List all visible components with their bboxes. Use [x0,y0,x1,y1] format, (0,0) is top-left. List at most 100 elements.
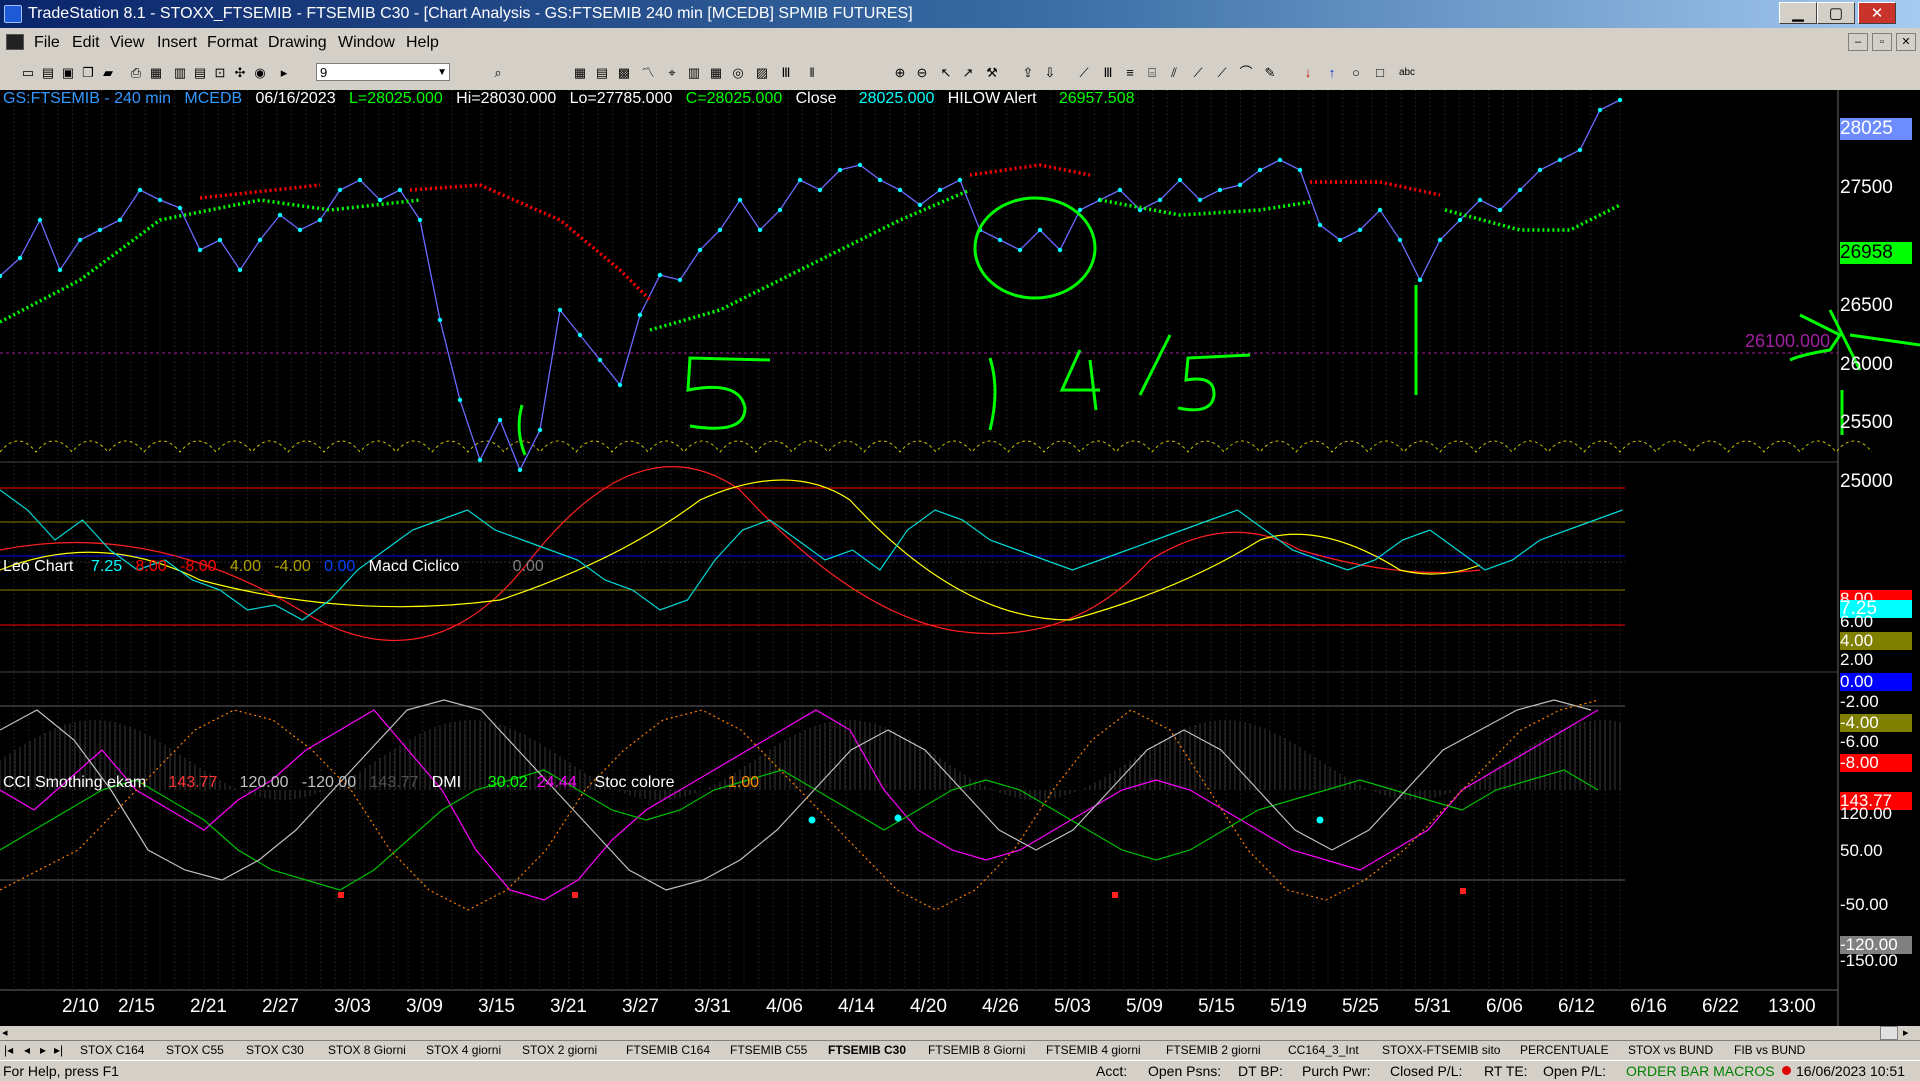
radar-icon[interactable]: ◎ [730,65,746,81]
status-rt-te: RT TE: [1484,1063,1528,1079]
trendline-icon[interactable]: ⟋ [1076,65,1092,81]
tab-stox-2-giorni[interactable]: STOX 2 giorni [522,1043,597,1057]
grid2-icon[interactable]: ▤ [594,65,610,81]
minimize-button[interactable]: ▁ [1779,2,1817,24]
pen-icon[interactable]: ✎ [1262,65,1278,81]
tab-ftsemib-c164[interactable]: FTSEMIB C164 [626,1043,710,1057]
tab-ftsemib-c55[interactable]: FTSEMIB C55 [730,1043,807,1057]
import-icon[interactable]: ⇩ [1042,65,1058,81]
save-icon[interactable]: ▣ [60,65,76,81]
print-preview-icon[interactable]: ▦ [148,65,164,81]
fibonacci-icon[interactable]: ⌸ [1144,65,1160,81]
vertical-lines-icon[interactable]: Ⅲ [1100,65,1116,81]
pointer-icon[interactable]: ↗ [960,65,976,81]
price-point [1177,177,1183,183]
x-axis-label: 4/20 [910,996,947,1017]
combo-value: 9 [320,65,328,80]
tab-stox-8-giorni[interactable]: STOX 8 Giorni [328,1043,406,1057]
tools-icon[interactable]: ✣ [232,65,248,81]
zoom-in-icon[interactable]: ⊕ [892,65,908,81]
tab-nav-last[interactable]: ▸| [54,1043,63,1057]
find-icon[interactable]: ⌕ [490,65,506,81]
line-chart-icon[interactable]: 〽 [640,65,656,81]
tab-cc164-3-int[interactable]: CC164_3_Int [1288,1043,1359,1057]
new-icon[interactable]: ▭ [20,65,36,81]
bars-icon[interactable]: Ⅲ [778,65,794,81]
menu-file[interactable]: File [34,34,60,52]
candle-icon[interactable]: ‖ [804,65,820,81]
gann-icon[interactable]: ⟋ [1214,65,1230,81]
circle-icon[interactable]: ○ [1348,65,1364,81]
menu-format[interactable]: Format [207,34,258,52]
mdi-close-button[interactable]: ✕ [1896,33,1916,51]
mdi-restore-button[interactable]: ▫ [1872,33,1892,51]
menu-drawing[interactable]: Drawing [268,34,327,52]
chart-analysis-window[interactable]: GS:FTSEMIB - 240 min MCEDB 06/16/2023 L=… [0,90,1920,1026]
open-icon[interactable]: ▤ [40,65,56,81]
tab-ftsemib-8-giorni[interactable]: FTSEMIB 8 Giorni [928,1043,1025,1057]
scroll-thumb[interactable] [1880,1026,1898,1040]
leo-cyan-line [0,489,1623,621]
leo-axis-2: 2.00 [1840,650,1874,669]
tab-ftsemib-4-giorni[interactable]: FTSEMIB 4 giorni [1046,1043,1141,1057]
layout-icon[interactable]: ▥ [686,65,702,81]
rectangle-icon[interactable]: □ [1372,65,1388,81]
export-icon[interactable]: ⇪ [1020,65,1036,81]
hammer-icon[interactable]: ⚒ [984,65,1000,81]
tab-ftsemib-c30[interactable]: FTSEMIB C30 [828,1043,906,1057]
status-order-bar-macros[interactable]: ORDER BAR MACROS [1626,1063,1775,1079]
matrix-icon[interactable]: ▦ [708,65,724,81]
arrow-down-icon[interactable]: ↓ [1300,65,1316,81]
tab-stoxx-ftsemib-sito[interactable]: STOXX-FTSEMIB sito [1382,1043,1500,1057]
folder-icon[interactable]: ▰ [100,65,116,81]
tab-stox-c55[interactable]: STOX C55 [166,1043,224,1057]
price-point [397,187,403,193]
tab-nav-next[interactable]: ▸ [40,1043,46,1057]
scroll-left-icon[interactable]: ◂ [2,1026,8,1039]
tab-fib-vs-bund[interactable]: FIB vs BUND [1734,1043,1805,1057]
menu-edit[interactable]: Edit [72,34,100,52]
play-icon[interactable]: ▸ [276,65,292,81]
cursor-icon[interactable]: ↖ [938,65,954,81]
tab-nav-first[interactable]: |◂ [4,1043,13,1057]
speed-lines-icon[interactable]: ⟋ [1190,65,1206,81]
tab-stox-4-giorni[interactable]: STOX 4 giorni [426,1043,501,1057]
lock-icon[interactable]: ⊡ [212,65,228,81]
close-button[interactable]: ✕ [1858,2,1896,24]
menu-window[interactable]: Window [338,34,395,52]
menu-insert[interactable]: Insert [157,34,197,52]
channel-icon[interactable]: ⫽ [1166,65,1182,81]
grid-icon[interactable]: ▦ [572,65,588,81]
price-axis-label-26500: 26500 [1840,295,1893,316]
table-icon[interactable]: ▩ [616,65,632,81]
print-icon[interactable]: ⎙ [128,65,144,81]
mdi-minimize-button[interactable]: – [1848,33,1868,51]
maximize-button[interactable]: ▢ [1817,2,1855,24]
scan-icon[interactable]: ⌖ [664,65,680,81]
price-axis-label-26000: 26000 [1840,354,1893,375]
arc-icon[interactable]: ⌒ [1238,65,1254,81]
price-point [257,237,263,243]
bar-count-combo[interactable]: 9 ▼ [316,63,450,81]
copy-icon[interactable]: ❐ [80,65,96,81]
zoom-out-icon[interactable]: ⊖ [914,65,930,81]
tab-stox-c164[interactable]: STOX C164 [80,1043,144,1057]
tab-stox-c30[interactable]: STOX C30 [246,1043,304,1057]
globe-icon[interactable]: ◉ [252,65,268,81]
horizontal-lines-icon[interactable]: ≡ [1122,65,1138,81]
tab-percentuale[interactable]: PERCENTUALE [1520,1043,1609,1057]
arrow-up-icon[interactable]: ↑ [1324,65,1340,81]
x-axis-label: 5/09 [1126,996,1163,1017]
menu-help[interactable]: Help [406,34,439,52]
chart2-icon[interactable]: ▨ [754,65,770,81]
horizontal-scrollbar[interactable]: ◂ ▸ [0,1026,1920,1040]
price-point [1597,107,1603,113]
tab-stox-vs-bund[interactable]: STOX vs BUND [1628,1043,1713,1057]
page2-icon[interactable]: ▤ [192,65,208,81]
tab-ftsemib-2-giorni[interactable]: FTSEMIB 2 giorni [1166,1043,1261,1057]
scroll-right-icon[interactable]: ▸ [1903,1026,1909,1039]
menu-view[interactable]: View [110,34,144,52]
tab-nav-prev[interactable]: ◂ [24,1043,30,1057]
page-icon[interactable]: ▥ [172,65,188,81]
text-icon[interactable]: abc [1396,65,1418,81]
